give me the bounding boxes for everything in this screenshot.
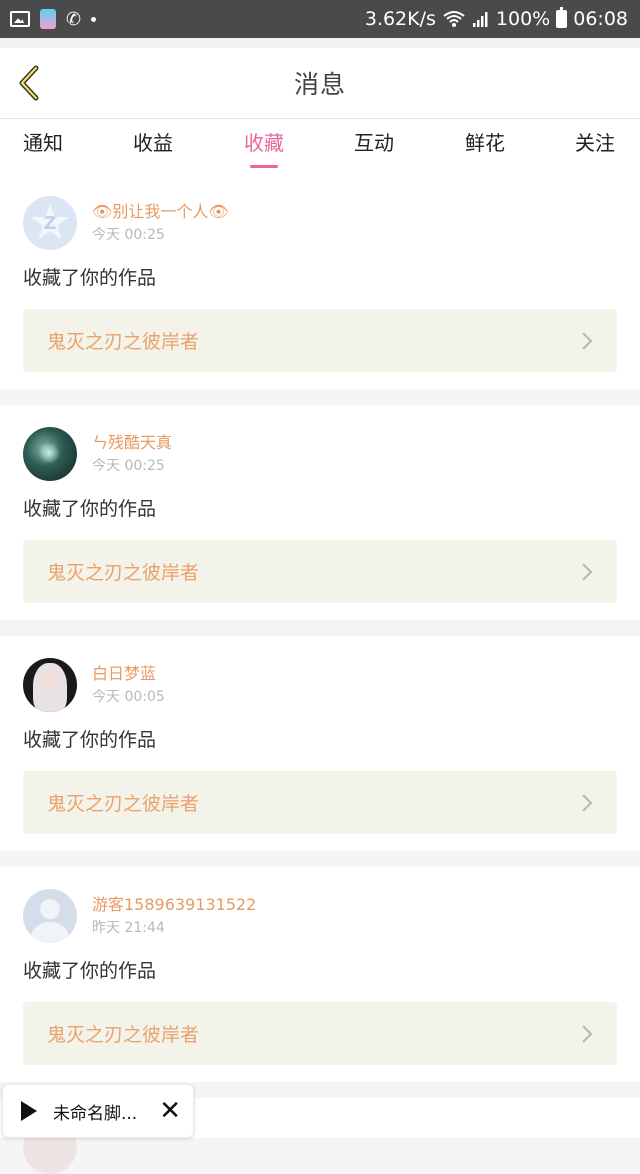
avatar[interactable] — [23, 889, 77, 943]
card-meta: 游客1589639131522 昨天 21:44 — [92, 894, 256, 938]
tab-interaction[interactable]: 互动 — [354, 127, 394, 156]
qq-default-avatar-icon: Z — [30, 203, 70, 240]
timestamp: 今天 00:05 — [92, 689, 165, 705]
avatar[interactable] — [23, 427, 77, 481]
notification-card: Z 👁别让我一个人👁 今天 00:25 收藏了你的作品 鬼灭之刃之彼岸者 — [0, 174, 640, 389]
card-meta: 白日梦蓝 今天 00:05 — [92, 663, 165, 707]
chevron-right-icon — [582, 331, 593, 350]
close-icon[interactable]: ✕ — [159, 1098, 181, 1124]
top-gap — [0, 38, 640, 48]
avatar[interactable]: Z — [23, 196, 77, 250]
action-text: 收藏了你的作品 — [23, 729, 157, 751]
network-speed: 3.62K/s — [364, 8, 436, 30]
card-header: 游客1589639131522 昨天 21:44 — [23, 889, 617, 943]
username[interactable]: 白日梦蓝 — [92, 663, 165, 685]
notification-card: 白日梦蓝 今天 00:05 收藏了你的作品 鬼灭之刃之彼岸者 — [0, 636, 640, 851]
username[interactable]: 游客1589639131522 — [92, 894, 256, 916]
page-title: 消息 — [293, 70, 346, 99]
tab-earnings[interactable]: 收益 — [133, 127, 173, 156]
status-bar: ✆ 3.62K/s 100% 06:08 — [0, 0, 640, 38]
status-right: 3.62K/s 100% 06:08 — [364, 7, 628, 30]
action-text: 收藏了你的作品 — [23, 498, 157, 520]
work-link[interactable]: 鬼灭之刃之彼岸者 — [23, 1002, 617, 1065]
notification-card: 游客1589639131522 昨天 21:44 收藏了你的作品 鬼灭之刃之彼岸… — [0, 867, 640, 1082]
notification-card: ㄣ残酷天真 今天 00:25 收藏了你的作品 鬼灭之刃之彼岸者 — [0, 405, 640, 620]
status-left: ✆ — [10, 8, 97, 30]
tab-bar: 通知 收益 收藏 互动 鲜花 关注 — [0, 119, 640, 174]
battery-percent: 100% — [495, 8, 551, 30]
chevron-right-icon — [582, 1024, 593, 1043]
timestamp: 今天 00:25 — [92, 227, 165, 243]
signal-icon — [472, 12, 488, 27]
action-text: 收藏了你的作品 — [23, 267, 157, 289]
card-header: ㄣ残酷天真 今天 00:25 — [23, 427, 617, 481]
work-title: 鬼灭之刃之彼岸者 — [47, 793, 200, 815]
chevron-left-icon[interactable] — [14, 64, 46, 102]
username[interactable]: ㄣ残酷天真 — [92, 432, 172, 454]
timestamp: 昨天 21:44 — [92, 920, 165, 936]
tab-notice[interactable]: 通知 — [23, 127, 63, 156]
chevron-right-icon — [582, 562, 593, 581]
work-link[interactable]: 鬼灭之刃之彼岸者 — [23, 309, 617, 372]
work-title: 鬼灭之刃之彼岸者 — [47, 331, 200, 353]
battery-icon — [556, 7, 568, 28]
work-title: 鬼灭之刃之彼岸者 — [47, 562, 200, 584]
image-icon — [10, 11, 30, 27]
app-icon — [40, 9, 56, 29]
card-header: Z 👁别让我一个人👁 今天 00:25 — [23, 196, 617, 250]
work-link[interactable]: 鬼灭之刃之彼岸者 — [23, 771, 617, 834]
avatar[interactable] — [23, 658, 77, 712]
chevron-right-icon — [582, 793, 593, 812]
username[interactable]: 👁别让我一个人👁 — [92, 201, 229, 223]
header: 消息 — [0, 48, 640, 119]
timestamp: 今天 00:25 — [92, 458, 165, 474]
work-title: 鬼灭之刃之彼岸者 — [47, 1024, 200, 1046]
tab-flowers[interactable]: 鲜花 — [465, 127, 505, 156]
notification-list: Z 👁别让我一个人👁 今天 00:25 收藏了你的作品 鬼灭之刃之彼岸者 ㄣ残酷… — [0, 174, 640, 1098]
work-link[interactable]: 鬼灭之刃之彼岸者 — [23, 540, 617, 603]
tab-follow[interactable]: 关注 — [575, 127, 615, 156]
clock: 06:08 — [573, 8, 628, 30]
card-header: 白日梦蓝 今天 00:05 — [23, 658, 617, 712]
card-meta: ㄣ残酷天真 今天 00:25 — [92, 432, 172, 476]
card-meta: 👁别让我一个人👁 今天 00:25 — [92, 201, 229, 245]
script-name[interactable]: 未命名脚... — [53, 1099, 159, 1124]
tab-favorites[interactable]: 收藏 — [244, 127, 284, 156]
dot-icon — [91, 16, 97, 22]
action-text: 收藏了你的作品 — [23, 960, 157, 982]
script-floating-widget: 未命名脚... ✕ — [2, 1084, 194, 1138]
play-icon[interactable] — [21, 1101, 37, 1121]
wifi-icon — [443, 11, 465, 27]
phone-wifi-icon: ✆ — [66, 8, 82, 30]
